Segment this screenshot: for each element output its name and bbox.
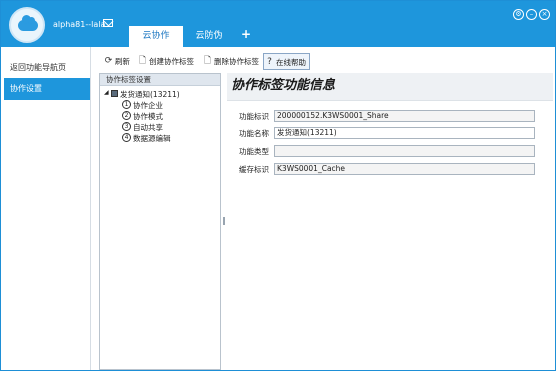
panel-splitter[interactable] (223, 73, 226, 370)
tab-cloud-collab[interactable]: 云协作 (129, 26, 183, 47)
refresh-label: 刷新 (115, 57, 130, 66)
tree-item-collab-mode[interactable]: 2 协作模式 (122, 111, 163, 122)
tree-item-label: 自动共享 (133, 123, 163, 132)
number-circle-icon: 1 (122, 100, 131, 109)
number-circle-icon: 3 (122, 122, 131, 131)
collapse-arrow-icon[interactable]: ◢ (104, 89, 109, 96)
tab-label: 云协作 (142, 31, 170, 41)
mail-icon[interactable] (103, 19, 113, 27)
add-tab-button[interactable]: + (239, 26, 253, 42)
number-circle-icon: 4 (122, 133, 131, 142)
tab-cloud-anticounterfeit[interactable]: 云防伪 (185, 26, 233, 47)
username: alpha81--lala (53, 20, 106, 29)
help-icon: ? (267, 57, 272, 67)
nav-item-back-home[interactable]: 返回功能导航页 (4, 57, 90, 79)
tree-item-datasource-edit[interactable]: 4 数据源编辑 (122, 133, 171, 144)
field-label-cache-id: 缓存标识 (239, 165, 269, 174)
tree-header: 协作标签设置 (100, 74, 220, 86)
online-help-button[interactable]: ? 在线帮助 (263, 53, 310, 70)
nav-item-label: 协作设置 (10, 84, 42, 93)
field-label-function-id: 功能标识 (239, 112, 269, 121)
refresh-button[interactable]: ⟳ 刷新 (103, 53, 130, 70)
refresh-icon: ⟳ (104, 56, 113, 66)
cache-id-field[interactable]: K3WS0001_Cache (274, 163, 535, 175)
delete-label: 删除协作标签 (214, 57, 259, 66)
delete-document-icon: 🗋 (203, 56, 212, 66)
tree-item-auto-share[interactable]: 3 自动共享 (122, 122, 163, 133)
app-window: alpha81--lala 云协作 云防伪 + ⚙ – × 返回功能导航页 协作… (0, 0, 556, 371)
function-id-field[interactable]: 200000152.K3WS0001_Share (274, 110, 535, 122)
tree-root-label: 发货通知(13211) (120, 90, 180, 99)
detail-title: 协作标签功能信息 (227, 73, 553, 101)
detail-panel: 协作标签功能信息 功能标识 200000152.K3WS0001_Share 功… (227, 73, 553, 370)
minimize-icon[interactable]: – (526, 9, 537, 20)
settings-icon[interactable]: ⚙ (513, 9, 524, 20)
folder-icon (111, 90, 118, 97)
tree-item-collab-enterprise[interactable]: 1 协作企业 (122, 100, 163, 111)
delete-tag-button[interactable]: 🗋 删除协作标签 (202, 53, 259, 70)
new-document-icon: 🗋 (138, 56, 147, 66)
tree-root-item[interactable]: ◢ 发货通知(13211) (104, 89, 180, 100)
nav-item-label: 返回功能导航页 (10, 63, 66, 72)
cloud-logo-icon (9, 7, 45, 43)
tree-item-label: 协作模式 (133, 112, 163, 121)
sidebar: 返回功能导航页 协作设置 (1, 47, 91, 370)
help-label: 在线帮助 (276, 58, 306, 67)
close-icon[interactable]: × (539, 9, 550, 20)
field-label-function-name: 功能名称 (239, 129, 269, 138)
tree-item-label: 协作企业 (133, 101, 163, 110)
field-label-function-type: 功能类型 (239, 147, 269, 156)
number-circle-icon: 2 (122, 111, 131, 120)
tag-tree-panel: 协作标签设置 ◢ 发货通知(13211) 1 协作企业 2 协作模式 3 自动共… (99, 73, 221, 370)
create-tag-button[interactable]: 🗋 创建协作标签 (137, 53, 194, 70)
splitter-grip[interactable] (223, 217, 225, 225)
function-type-field[interactable] (274, 145, 535, 157)
header-bar: alpha81--lala 云协作 云防伪 + ⚙ – × (1, 1, 555, 47)
toolbar: ⟳ 刷新 🗋 创建协作标签 🗋 删除协作标签 ? 在线帮助 (99, 53, 549, 71)
tab-label: 云防伪 (195, 31, 223, 41)
nav-item-collab-settings[interactable]: 协作设置 (4, 78, 90, 100)
create-label: 创建协作标签 (149, 57, 194, 66)
tree-item-label: 数据源编辑 (133, 134, 171, 143)
function-name-field[interactable]: 发货通知(13211) (274, 127, 535, 139)
